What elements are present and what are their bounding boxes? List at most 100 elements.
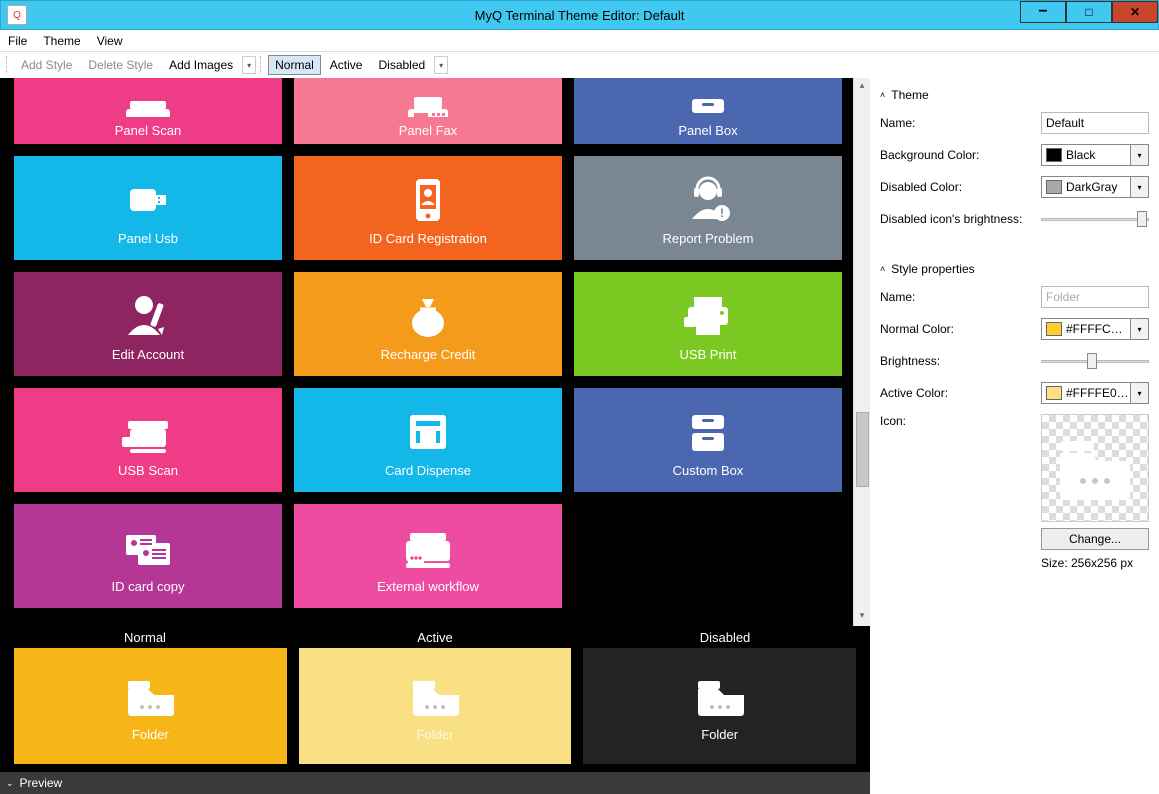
delete-style-button[interactable]: Delete Style	[81, 55, 160, 75]
icon-label: Icon:	[880, 414, 906, 428]
tile-usb-print[interactable]: USB Print	[574, 272, 842, 376]
tile-panel-box[interactable]: Panel Box	[574, 78, 842, 144]
state-disabled-button[interactable]: Disabled	[371, 55, 432, 75]
user-edit-icon	[118, 287, 178, 343]
scroll-track[interactable]	[854, 96, 870, 610]
scroll-down-icon[interactable]: ▾	[860, 610, 865, 626]
menu-theme[interactable]: Theme	[35, 32, 88, 50]
tile-card-dispense[interactable]: Card Dispense	[294, 388, 562, 492]
usb-print-icon	[678, 287, 738, 343]
bgcolor-swatch	[1046, 148, 1062, 162]
tile-grid: Panel ScanPanel FaxPanel BoxPanel UsbID …	[14, 78, 856, 608]
window-buttons	[1020, 1, 1158, 23]
preview-tile-normal[interactable]: Folder	[14, 648, 287, 764]
icon-preview	[1041, 414, 1149, 522]
tile-panel-fax[interactable]: Panel Fax	[294, 78, 562, 144]
tile-custom-box[interactable]: Custom Box	[574, 388, 842, 492]
state-normal-button[interactable]: Normal	[268, 55, 321, 75]
preview-tile-active[interactable]: Folder	[299, 648, 572, 764]
preview-tile-disabled[interactable]: Folder	[583, 648, 856, 764]
usb-icon	[118, 171, 178, 227]
disabledcolor-label: Disabled Color:	[880, 180, 962, 194]
usb-scan-icon	[118, 403, 178, 459]
tile-panel-usb[interactable]: Panel Usb	[14, 156, 282, 260]
brightness-slider[interactable]	[1041, 350, 1149, 372]
preview-strip: Normal Active Disabled FolderFolderFolde…	[0, 626, 870, 772]
vertical-scrollbar[interactable]: ▴ ▾	[853, 78, 870, 626]
disabled-brightness-label: Disabled icon's brightness:	[880, 212, 1022, 226]
tile-id-card-registration[interactable]: ID Card Registration	[294, 156, 562, 260]
icon-size-text: Size: 256x256 px	[1041, 556, 1133, 570]
scroll-thumb[interactable]	[856, 412, 869, 487]
activecolor-text: #FFFFE085	[1066, 386, 1130, 400]
activecolor-combo[interactable]: #FFFFE085 ▾	[1041, 382, 1149, 404]
preview-label-normal: Normal	[0, 626, 290, 648]
state-dropdown-icon[interactable]: ▾	[434, 56, 448, 74]
disabledcolor-text: DarkGray	[1066, 180, 1130, 194]
menu-file[interactable]: File	[0, 32, 35, 50]
preview-footer-label: Preview	[20, 776, 63, 790]
tile-label: Edit Account	[112, 347, 184, 362]
tile-label: Card Dispense	[385, 463, 471, 478]
chevron-down-icon[interactable]: ▾	[1130, 177, 1148, 197]
scanner-chat-icon	[118, 89, 178, 119]
folder-icon	[405, 671, 465, 727]
tile-label: USB Print	[679, 347, 736, 362]
minimize-button[interactable]	[1020, 1, 1066, 23]
theme-name-input[interactable]	[1041, 112, 1149, 134]
chevron-down-icon[interactable]: ▾	[1130, 319, 1148, 339]
scroll-up-icon[interactable]: ▴	[860, 80, 865, 96]
box-icon	[678, 89, 738, 119]
bgcolor-text: Black	[1066, 148, 1130, 162]
box-icon	[678, 403, 738, 459]
menu-view[interactable]: View	[89, 32, 131, 50]
toolbar: Add Style Delete Style Add Images ▾ Norm…	[0, 52, 1159, 78]
chevron-up-icon: ˄	[880, 90, 885, 100]
tile-label: Recharge Credit	[381, 347, 476, 362]
change-icon-button[interactable]: Change...	[1041, 528, 1149, 550]
style-name-input[interactable]	[1041, 286, 1149, 308]
normalcolor-combo[interactable]: #FFFFCC33 ▾	[1041, 318, 1149, 340]
tile-panel-scan[interactable]: Panel Scan	[14, 78, 282, 144]
state-active-button[interactable]: Active	[323, 55, 370, 75]
tile-id-card-copy[interactable]: ID card copy	[14, 504, 282, 608]
moneybag-icon	[398, 287, 458, 343]
tile-recharge-credit[interactable]: Recharge Credit	[294, 272, 562, 376]
folder-icon	[1055, 433, 1135, 503]
bgcolor-combo[interactable]: Black ▾	[1041, 144, 1149, 166]
disabledcolor-swatch	[1046, 180, 1062, 194]
activecolor-swatch	[1046, 386, 1062, 400]
add-images-dropdown-icon[interactable]: ▾	[242, 56, 256, 74]
preview-tile-label: Folder	[701, 727, 738, 742]
theme-section-header[interactable]: ˄ Theme	[880, 88, 1149, 102]
brightness-label: Brightness:	[880, 354, 940, 368]
idcopy-icon	[118, 519, 178, 575]
style-section-label: Style properties	[891, 262, 974, 276]
tile-usb-scan[interactable]: USB Scan	[14, 388, 282, 492]
preview-footer[interactable]: ⌄ Preview	[0, 772, 870, 794]
chevron-down-icon[interactable]: ▾	[1130, 145, 1148, 165]
svg-text:!: !	[720, 206, 724, 220]
disabled-brightness-slider[interactable]	[1041, 208, 1149, 230]
preview-label-disabled: Disabled	[580, 626, 870, 648]
close-button[interactable]	[1112, 1, 1158, 23]
fax-icon	[398, 89, 458, 119]
window-title: MyQ Terminal Theme Editor: Default	[1, 8, 1158, 23]
theme-section-label: Theme	[891, 88, 928, 102]
maximize-button[interactable]	[1066, 1, 1112, 23]
tile-report-problem[interactable]: !Report Problem	[574, 156, 842, 260]
disabledcolor-combo[interactable]: DarkGray ▾	[1041, 176, 1149, 198]
tile-edit-account[interactable]: Edit Account	[14, 272, 282, 376]
toolbar-separator	[260, 56, 264, 74]
chevron-down-icon[interactable]: ▾	[1130, 383, 1148, 403]
tile-label: External workflow	[377, 579, 479, 594]
scanner-chat-icon	[398, 519, 458, 575]
style-section-header[interactable]: ˄ Style properties	[880, 262, 1149, 276]
chevron-down-icon: ⌄	[6, 778, 14, 789]
add-style-button[interactable]: Add Style	[14, 55, 79, 75]
add-images-button[interactable]: Add Images	[162, 55, 240, 75]
app-icon: Q	[7, 5, 27, 25]
tile-external-workflow[interactable]: External workflow	[294, 504, 562, 608]
tile-label: Panel Fax	[399, 123, 458, 138]
toolbar-separator	[6, 56, 10, 74]
